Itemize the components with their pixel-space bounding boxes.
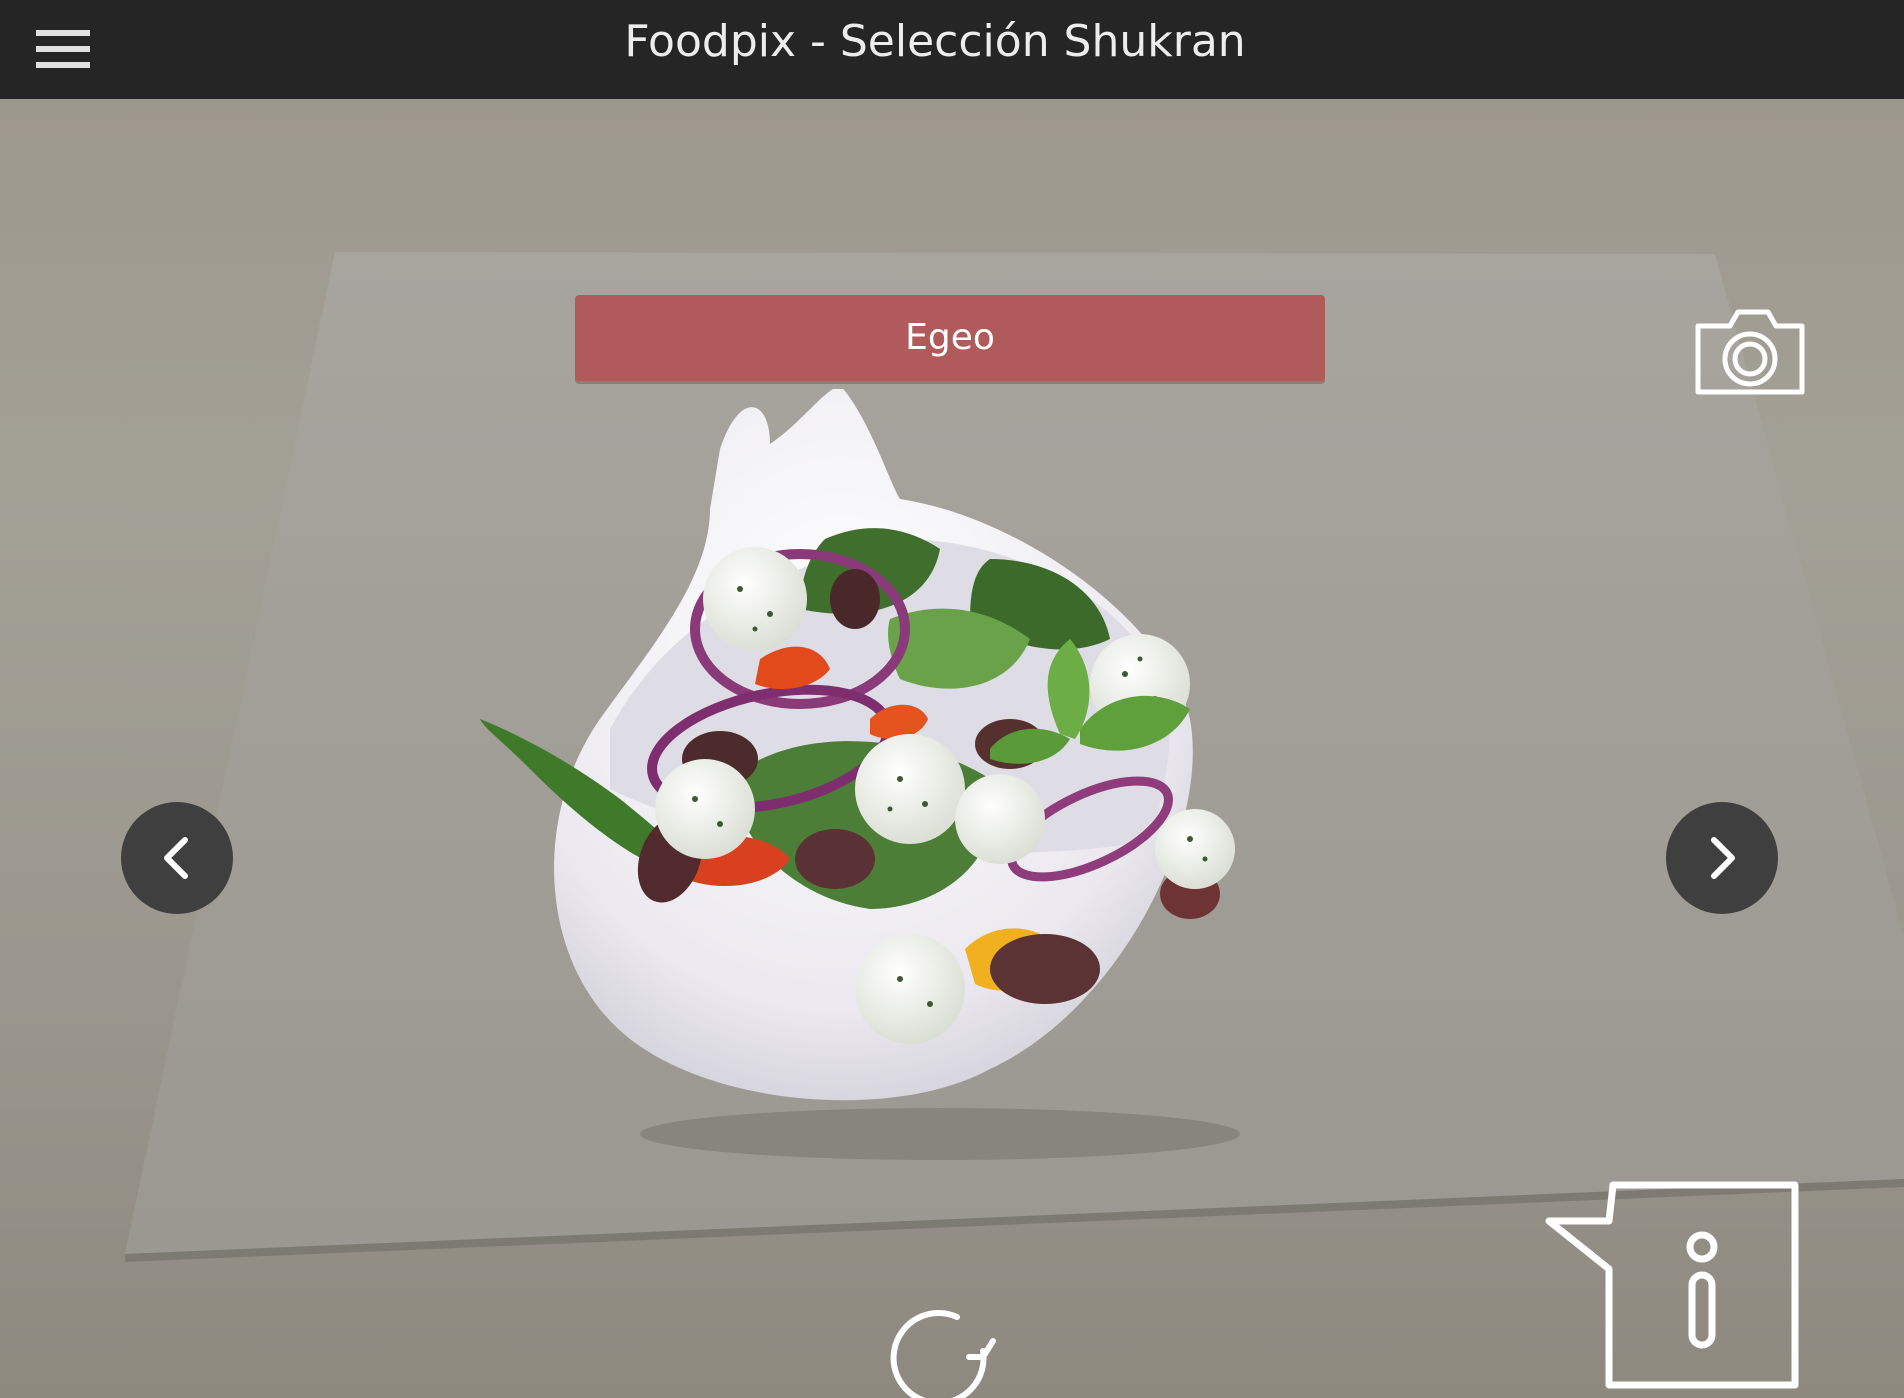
chevron-right-icon xyxy=(1711,837,1735,879)
camera-icon[interactable] xyxy=(1690,304,1810,399)
next-dish-button[interactable] xyxy=(1666,802,1778,914)
dish-name-banner: Egeo xyxy=(575,295,1325,381)
app-title: Foodpix - Selección Shukran xyxy=(624,16,1246,67)
ar-camera-view: Egeo xyxy=(0,99,1904,1398)
chevron-left-icon xyxy=(164,837,188,879)
dish-3d-model[interactable] xyxy=(470,385,1370,1169)
rotate-icon[interactable] xyxy=(885,1299,1005,1398)
info-speech-bubble-icon[interactable] xyxy=(1545,1179,1805,1394)
previous-dish-button[interactable] xyxy=(121,802,233,914)
app-bar: Foodpix - Selección Shukran xyxy=(0,0,1904,99)
